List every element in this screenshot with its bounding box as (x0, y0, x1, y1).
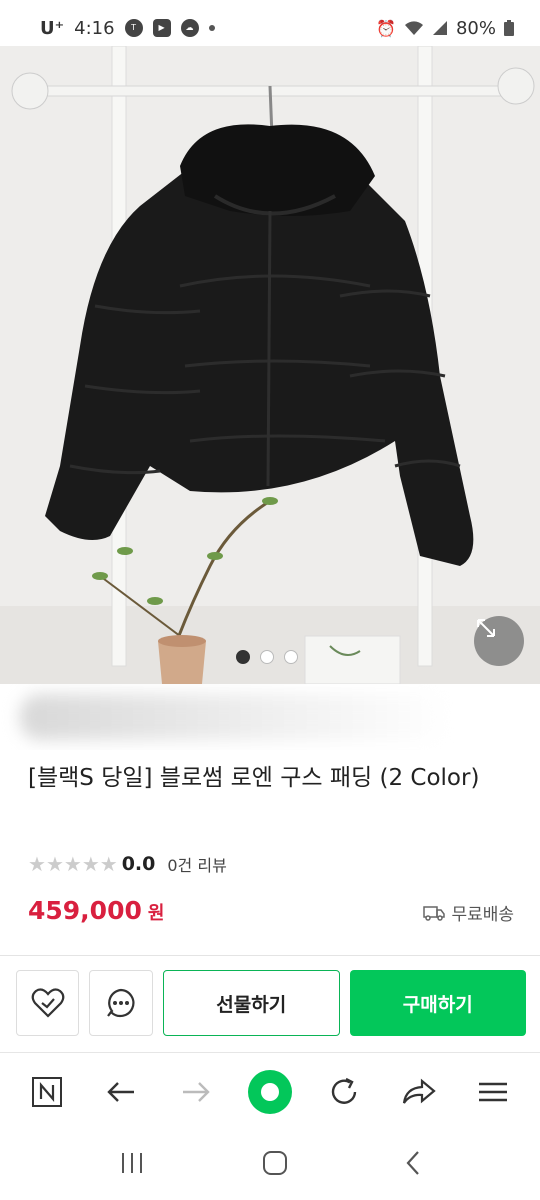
home-icon (263, 1151, 287, 1175)
battery-icon (504, 20, 514, 36)
expand-image-button[interactable] (474, 616, 524, 666)
purchase-action-bar: 선물하기 구매하기 (16, 970, 527, 1042)
more-notifications-dot (208, 25, 215, 31)
carousel-dot[interactable] (284, 650, 298, 664)
green-dot-button[interactable] (242, 1064, 298, 1120)
talk-notification-icon: T (124, 19, 143, 37)
recent-apps-icon (122, 1153, 142, 1173)
carousel-dots (236, 650, 298, 664)
menu-icon (478, 1082, 507, 1101)
chat-bubble-icon (107, 988, 135, 1018)
wifi-icon (404, 21, 423, 35)
arrow-right-icon (182, 1081, 210, 1102)
home-button[interactable] (262, 1150, 288, 1180)
green-circle-icon (247, 1069, 292, 1114)
shipping-info: 무료배송 (423, 900, 514, 925)
shipping-label: 무료배송 (451, 905, 514, 925)
star-icon: ★ (99, 852, 118, 876)
divider (0, 955, 540, 956)
price: 459,000 (28, 896, 142, 925)
reload-button[interactable] (316, 1064, 372, 1120)
product-photo (0, 46, 540, 684)
alarm-icon: ⏰ (376, 18, 396, 38)
review-count[interactable]: 0건 리뷰 (167, 852, 226, 876)
arrow-left-icon (107, 1081, 135, 1102)
expand-icon (477, 619, 495, 637)
carousel-dot[interactable] (260, 650, 274, 664)
battery-label: 80% (455, 17, 496, 39)
rating-value: 0.0 (121, 853, 156, 875)
signal-icon (432, 21, 447, 35)
carousel-dot[interactable] (236, 650, 250, 664)
menu-button[interactable] (465, 1064, 521, 1120)
product-image[interactable] (0, 46, 540, 684)
youtube-notification-icon: ▶ (152, 19, 171, 37)
delivery-truck-icon (423, 905, 446, 921)
back-nav-button[interactable] (404, 1150, 422, 1180)
system-navigation-bar (0, 1130, 540, 1200)
naver-n-icon (32, 1076, 63, 1107)
buy-button[interactable]: 구매하기 (349, 970, 527, 1036)
cloud-notification-icon: ☁ (180, 19, 199, 37)
star-icon: ★ (28, 852, 46, 876)
forward-button[interactable] (168, 1064, 224, 1120)
rating-stars: ★ ★ ★ ★ ★ (28, 852, 118, 876)
chat-button[interactable] (89, 970, 153, 1036)
reload-icon (332, 1077, 357, 1104)
star-icon: ★ (63, 852, 82, 876)
naver-home-button[interactable] (19, 1064, 75, 1120)
carrier-label: U⁺ (40, 17, 65, 39)
star-icon: ★ (45, 852, 64, 876)
share-icon (402, 1078, 436, 1104)
blurred-banner (0, 684, 540, 750)
back-button[interactable] (93, 1064, 149, 1120)
gift-button[interactable]: 선물하기 (162, 970, 340, 1036)
recent-apps-button[interactable] (118, 1151, 146, 1179)
chevron-left-icon (406, 1151, 419, 1175)
clock: 4:16 (74, 17, 115, 39)
price-row: 459,000 원 (28, 896, 164, 925)
browser-toolbar (0, 1052, 540, 1130)
star-icon: ★ (81, 852, 100, 876)
heart-check-icon (31, 988, 65, 1018)
blurred-content (20, 694, 450, 740)
price-unit: 원 (147, 903, 165, 924)
product-title: [블랙S 당일] 블로썸 로엔 구스 패딩 (2 Color) (28, 765, 480, 791)
share-button[interactable] (391, 1064, 447, 1120)
wishlist-button[interactable] (16, 970, 80, 1036)
rating-row[interactable]: ★ ★ ★ ★ ★ 0.0 0건 리뷰 (28, 852, 227, 876)
